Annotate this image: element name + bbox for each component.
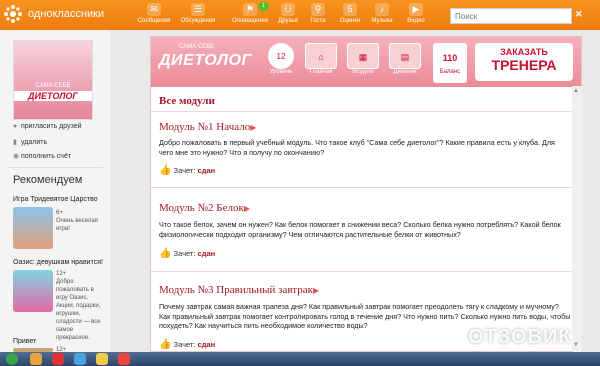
- person-icon: ●: [13, 123, 18, 130]
- trash-icon: ▮: [13, 139, 17, 146]
- order-trainer-button[interactable]: ЗАКАЗАТЬ ТРЕНЕРА: [475, 43, 573, 81]
- star-icon: 5: [343, 3, 357, 16]
- module-title[interactable]: Модуль №2 Белок▶: [159, 202, 250, 214]
- start-icon[interactable]: [6, 353, 18, 365]
- home-icon: ⌂: [305, 43, 337, 69]
- chat-icon: ☰: [191, 3, 205, 16]
- folder-icon[interactable]: [96, 353, 108, 365]
- level-value: 12: [268, 43, 294, 69]
- diary-button[interactable]: ▤ Дневник: [389, 43, 421, 83]
- nav-discussions[interactable]: ☰ Обсуждения: [178, 3, 218, 25]
- invite-friends-link[interactable]: ● пригласить друзей: [13, 123, 82, 130]
- divider: [151, 111, 581, 112]
- banner-logo[interactable]: ДИЕТОЛОГ: [159, 52, 252, 70]
- thumbs-up-icon: 👍: [159, 339, 172, 350]
- banner-subtitle: САМА СЕБЕ: [179, 44, 215, 50]
- balance-box[interactable]: 110 Баланс: [433, 43, 467, 83]
- level-indicator: 12 Уровень: [265, 43, 297, 83]
- app-icon[interactable]: [118, 353, 130, 365]
- thumbs-up-icon: 👍: [159, 248, 172, 259]
- game-thumbnail[interactable]: [13, 207, 53, 249]
- top-up-link[interactable]: ◉ пополнить счёт: [13, 152, 71, 160]
- thumbs-up-icon: 👍: [159, 165, 172, 176]
- app-frame: САМА СЕБЕ ДИЕТОЛОГ 12 Уровень ⌂ Главная …: [150, 36, 582, 352]
- module-description: Что такое белок, зачем он нужен? Как бел…: [159, 220, 561, 239]
- search-input[interactable]: [450, 8, 572, 24]
- scroll-up-icon[interactable]: ▲: [573, 88, 579, 94]
- top-bar: одноклассники ✉ Сообщения ☰ Обсуждения ⚑ Оп…: [0, 0, 600, 30]
- group-icon: ⚇: [281, 3, 295, 16]
- coin-icon: ◉: [13, 153, 20, 160]
- envelope-icon: ✉: [147, 3, 161, 16]
- rec-desc: 12+ Добро пожаловать в игру Оазис. Акции…: [56, 271, 101, 341]
- delete-link[interactable]: ▮ удалить: [13, 138, 47, 146]
- nav-video[interactable]: ▶ Видео: [396, 3, 436, 25]
- module-test-status: 👍 Зачет: сдан: [159, 339, 216, 350]
- home-button[interactable]: ⌂ Главная: [305, 43, 337, 83]
- recommend-title: Рекомендуем: [13, 174, 83, 186]
- module-test-status: 👍 Зачет: сдан: [159, 165, 216, 176]
- video-icon: ▶: [409, 3, 423, 16]
- opera-icon[interactable]: [52, 353, 64, 365]
- scrollbar[interactable]: ▲ ▼: [572, 86, 582, 352]
- app-banner: САМА СЕБЕ ДИЕТОЛОГ 12 Уровень ⌂ Главная …: [151, 37, 581, 87]
- module-test-status: 👍 Зачет: сдан: [159, 248, 216, 259]
- left-sidebar: САМА СЕБЕ ДИЕТОЛОГ ● пригласить друзей ▮ у…: [0, 30, 110, 353]
- balance-label: Баланс: [439, 69, 461, 75]
- arrow-right-icon: ▶: [243, 204, 250, 213]
- rec-name[interactable]: Оазис: девушкам нравится!: [13, 259, 103, 266]
- module-title[interactable]: Модуль №1 Начало▶: [159, 121, 256, 133]
- modules-icon: ▦: [347, 43, 379, 69]
- close-icon[interactable]: ✕: [575, 9, 583, 20]
- balance-value: 110: [442, 53, 458, 63]
- module-description: Добро пожаловать в первый учебный модуль…: [159, 138, 555, 157]
- taskbar: [0, 352, 600, 366]
- rec-desc: 6+ Очень веселая игра!: [56, 210, 98, 232]
- avatar[interactable]: САМА СЕБЕ ДИЕТОЛОГ: [13, 40, 93, 120]
- divider: [8, 167, 103, 168]
- diary-icon: ▤: [389, 43, 421, 69]
- nav-messages[interactable]: ✉ Сообщения: [134, 3, 174, 25]
- watermark-logo: ОТЗОВИК: [468, 326, 572, 348]
- divider: [151, 271, 581, 272]
- bell-icon: ⚑: [243, 3, 257, 16]
- site-name[interactable]: одноклассники: [28, 8, 104, 20]
- rec-name[interactable]: Игра Тридевятое Царство: [13, 196, 98, 203]
- page-title: Все модули: [159, 95, 215, 107]
- divider: [151, 187, 581, 188]
- arrow-right-icon: ▶: [312, 286, 320, 295]
- site-logo-icon[interactable]: [3, 4, 23, 24]
- rec-name[interactable]: Привет: [13, 338, 36, 345]
- browser-icon[interactable]: [30, 353, 42, 365]
- arrow-right-icon: ▶: [250, 123, 257, 132]
- game-thumbnail[interactable]: [13, 270, 53, 312]
- music-icon: ♪: [375, 3, 389, 16]
- scroll-down-icon[interactable]: ▼: [573, 342, 579, 348]
- modules-button[interactable]: ▦ Модули: [347, 43, 379, 83]
- module-title[interactable]: Модуль №3 Правильный завтрак▶: [159, 284, 319, 296]
- footprints-icon: ⚲: [311, 3, 325, 16]
- ie-icon[interactable]: [74, 353, 86, 365]
